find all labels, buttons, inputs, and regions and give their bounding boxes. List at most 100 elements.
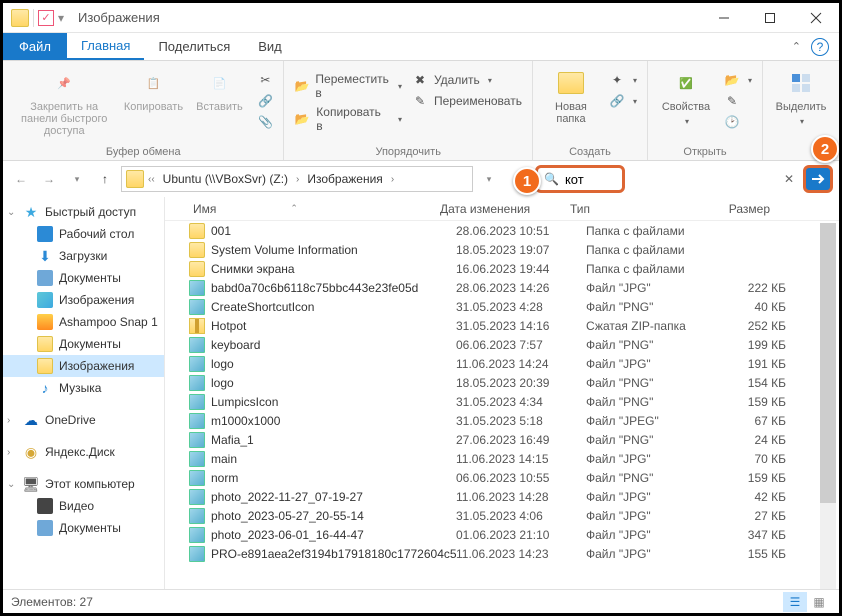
column-name[interactable]: Имя⌃	[165, 202, 440, 216]
table-row[interactable]: norm06.06.2023 10:55Файл "PNG"159 КБ	[165, 468, 839, 487]
sidebar-item-documents2[interactable]: Документы	[3, 333, 164, 355]
app-icon	[11, 9, 29, 27]
table-row[interactable]: main11.06.2023 14:15Файл "JPG"70 КБ	[165, 449, 839, 468]
table-row[interactable]: logo18.05.2023 20:39Файл "PNG"154 КБ	[165, 373, 839, 392]
select-icon	[787, 69, 815, 97]
newfolder-button[interactable]: Новая папка	[543, 65, 599, 125]
file-type: Файл "JPG"	[586, 547, 716, 561]
minimize-button[interactable]	[701, 3, 747, 33]
back-button[interactable]: ←	[9, 167, 33, 191]
sidebar-item-downloads[interactable]: ⬇Загрузки	[3, 245, 164, 267]
sidebar-item-images2[interactable]: Изображения	[3, 355, 164, 377]
qat-overflow-icon[interactable]: ▾	[58, 11, 64, 25]
history-button[interactable]: 🕑	[724, 113, 752, 131]
search-field[interactable]	[565, 172, 605, 187]
table-row[interactable]: Mafia_127.06.2023 16:49Файл "PNG"24 КБ	[165, 430, 839, 449]
view-details-button[interactable]: ☰	[783, 592, 807, 612]
clear-search-button[interactable]: ✕	[779, 172, 799, 186]
window-title: Изображения	[78, 10, 160, 25]
breadcrumb[interactable]: ‹‹ Ubuntu (\\VBoxSvr) (Z:) › Изображения…	[121, 166, 473, 192]
file-tab[interactable]: Файл	[3, 33, 67, 60]
search-go-button[interactable]	[803, 165, 833, 193]
sidebar-item-documents[interactable]: Документы	[3, 267, 164, 289]
table-row[interactable]: LumpicsIcon31.05.2023 4:34Файл "PNG"159 …	[165, 392, 839, 411]
home-tab[interactable]: Главная	[67, 33, 144, 60]
scrollbar-thumb[interactable]	[820, 223, 836, 503]
view-thumbnails-button[interactable]: ▦	[807, 592, 831, 612]
clipboard-extra-button[interactable]: ✂	[257, 71, 273, 89]
table-row[interactable]: photo_2023-06-01_16-44-4701.06.2023 21:1…	[165, 525, 839, 544]
table-row[interactable]: 00128.06.2023 10:51Папка с файлами	[165, 221, 839, 240]
qat-checkbox-icon[interactable]: ✓	[38, 10, 54, 26]
sidebar-item-music[interactable]: ♪Музыка	[3, 377, 164, 399]
table-row[interactable]: CreateShortcutIcon31.05.2023 4:28Файл "P…	[165, 297, 839, 316]
table-row[interactable]: photo_2022-11-27_07-19-2711.06.2023 14:2…	[165, 487, 839, 506]
desktop-icon	[37, 226, 53, 242]
sidebar-item-snap[interactable]: Ashampoo Snap 1	[3, 311, 164, 333]
share-tab[interactable]: Поделиться	[144, 33, 244, 60]
maximize-button[interactable]	[747, 3, 793, 33]
column-size[interactable]: Размер	[700, 202, 780, 216]
edit-icon: ✎	[724, 93, 740, 109]
breadcrumb-dropdown[interactable]: ▾	[477, 167, 501, 191]
sidebar: ⌄★Быстрый доступ Рабочий стол ⬇Загрузки …	[3, 197, 165, 589]
rename-button[interactable]: ✎Переименовать	[412, 92, 522, 110]
search-input[interactable]: 🔍	[535, 165, 625, 193]
view-tab[interactable]: Вид	[244, 33, 296, 60]
clipboard-extra-button[interactable]: 🔗	[257, 92, 273, 110]
clipboard-extra-button[interactable]: 📎	[257, 113, 273, 131]
column-date[interactable]: Дата изменения	[440, 202, 570, 216]
file-icon	[189, 432, 205, 448]
sidebar-item-yandex[interactable]: ›◉Яндекс.Диск	[3, 441, 164, 463]
collapse-ribbon-button[interactable]: ⌃	[792, 40, 801, 53]
file-name: Снимки экрана	[211, 262, 456, 276]
ribbon-tabs: Файл Главная Поделиться Вид ⌃ ?	[3, 33, 839, 61]
scrollbar[interactable]	[820, 223, 836, 591]
moveto-button[interactable]: 📂Переместить в▾	[294, 71, 402, 101]
table-row[interactable]: Hotpot31.05.2023 14:16Сжатая ZIP-папка25…	[165, 316, 839, 335]
newitem-icon: ✦	[609, 72, 625, 88]
close-button[interactable]	[793, 3, 839, 33]
sidebar-item-quickaccess[interactable]: ⌄★Быстрый доступ	[3, 201, 164, 223]
table-row[interactable]: PRO-e891aea2ef3194b17918180c1772604c511.…	[165, 544, 839, 563]
forward-button[interactable]: →	[37, 167, 61, 191]
delete-button[interactable]: ✖Удалить▾	[412, 71, 522, 89]
pin-quickaccess-button[interactable]: 📌 Закрепить на панели быстрого доступа	[13, 65, 115, 137]
column-type[interactable]: Тип	[570, 202, 700, 216]
paste-button[interactable]: 📄 Вставить	[191, 65, 247, 113]
pc-icon: 🖥	[23, 476, 39, 492]
breadcrumb-seg[interactable]: Ubuntu (\\VBoxSvr) (Z:)	[159, 172, 292, 186]
file-date: 28.06.2023 14:26	[456, 281, 586, 295]
easyaccess-icon: 🔗	[609, 93, 625, 109]
table-row[interactable]: keyboard06.06.2023 7:57Файл "PNG"199 КБ	[165, 335, 839, 354]
table-row[interactable]: System Volume Information18.05.2023 19:0…	[165, 240, 839, 259]
sidebar-item-thispc[interactable]: ⌄🖥Этот компьютер	[3, 473, 164, 495]
sidebar-item-onedrive[interactable]: ›☁OneDrive	[3, 409, 164, 431]
table-row[interactable]: Снимки экрана16.06.2023 19:44Папка с фай…	[165, 259, 839, 278]
properties-button[interactable]: ✅ Свойства▾	[658, 65, 714, 126]
chevron-icon[interactable]: ‹‹	[148, 174, 155, 185]
edit-button[interactable]: ✎	[724, 92, 752, 110]
select-button[interactable]: Выделить▾	[773, 65, 829, 126]
file-size: 40 КБ	[716, 300, 796, 314]
copyto-button[interactable]: 📂Копировать в▾	[294, 104, 402, 134]
recent-dropdown[interactable]: ▾	[65, 167, 89, 191]
breadcrumb-seg[interactable]: Изображения	[303, 172, 386, 186]
table-row[interactable]: photo_2023-05-27_20-55-1431.05.2023 4:06…	[165, 506, 839, 525]
table-row[interactable]: logo11.06.2023 14:24Файл "JPG"191 КБ	[165, 354, 839, 373]
file-name: LumpicsIcon	[211, 395, 456, 409]
sidebar-item-documents3[interactable]: Документы	[3, 517, 164, 539]
search-icon: 🔍	[544, 172, 559, 186]
table-row[interactable]: babd0a70c6b6118c75bbc443e23fe05d28.06.20…	[165, 278, 839, 297]
table-row[interactable]: m1000x100031.05.2023 5:18Файл "JPEG"67 К…	[165, 411, 839, 430]
new-item-button[interactable]: ✦▾	[609, 71, 637, 89]
up-button[interactable]: ↑	[93, 167, 117, 191]
copy-button[interactable]: 📋 Копировать	[125, 65, 181, 113]
sidebar-item-images[interactable]: Изображения	[3, 289, 164, 311]
sidebar-item-video[interactable]: Видео	[3, 495, 164, 517]
easy-access-button[interactable]: 🔗▾	[609, 92, 637, 110]
open-button[interactable]: 📂▾	[724, 71, 752, 89]
sidebar-item-desktop[interactable]: Рабочий стол	[3, 223, 164, 245]
help-button[interactable]: ?	[811, 38, 829, 56]
ribbon: 📌 Закрепить на панели быстрого доступа 📋…	[3, 61, 839, 161]
